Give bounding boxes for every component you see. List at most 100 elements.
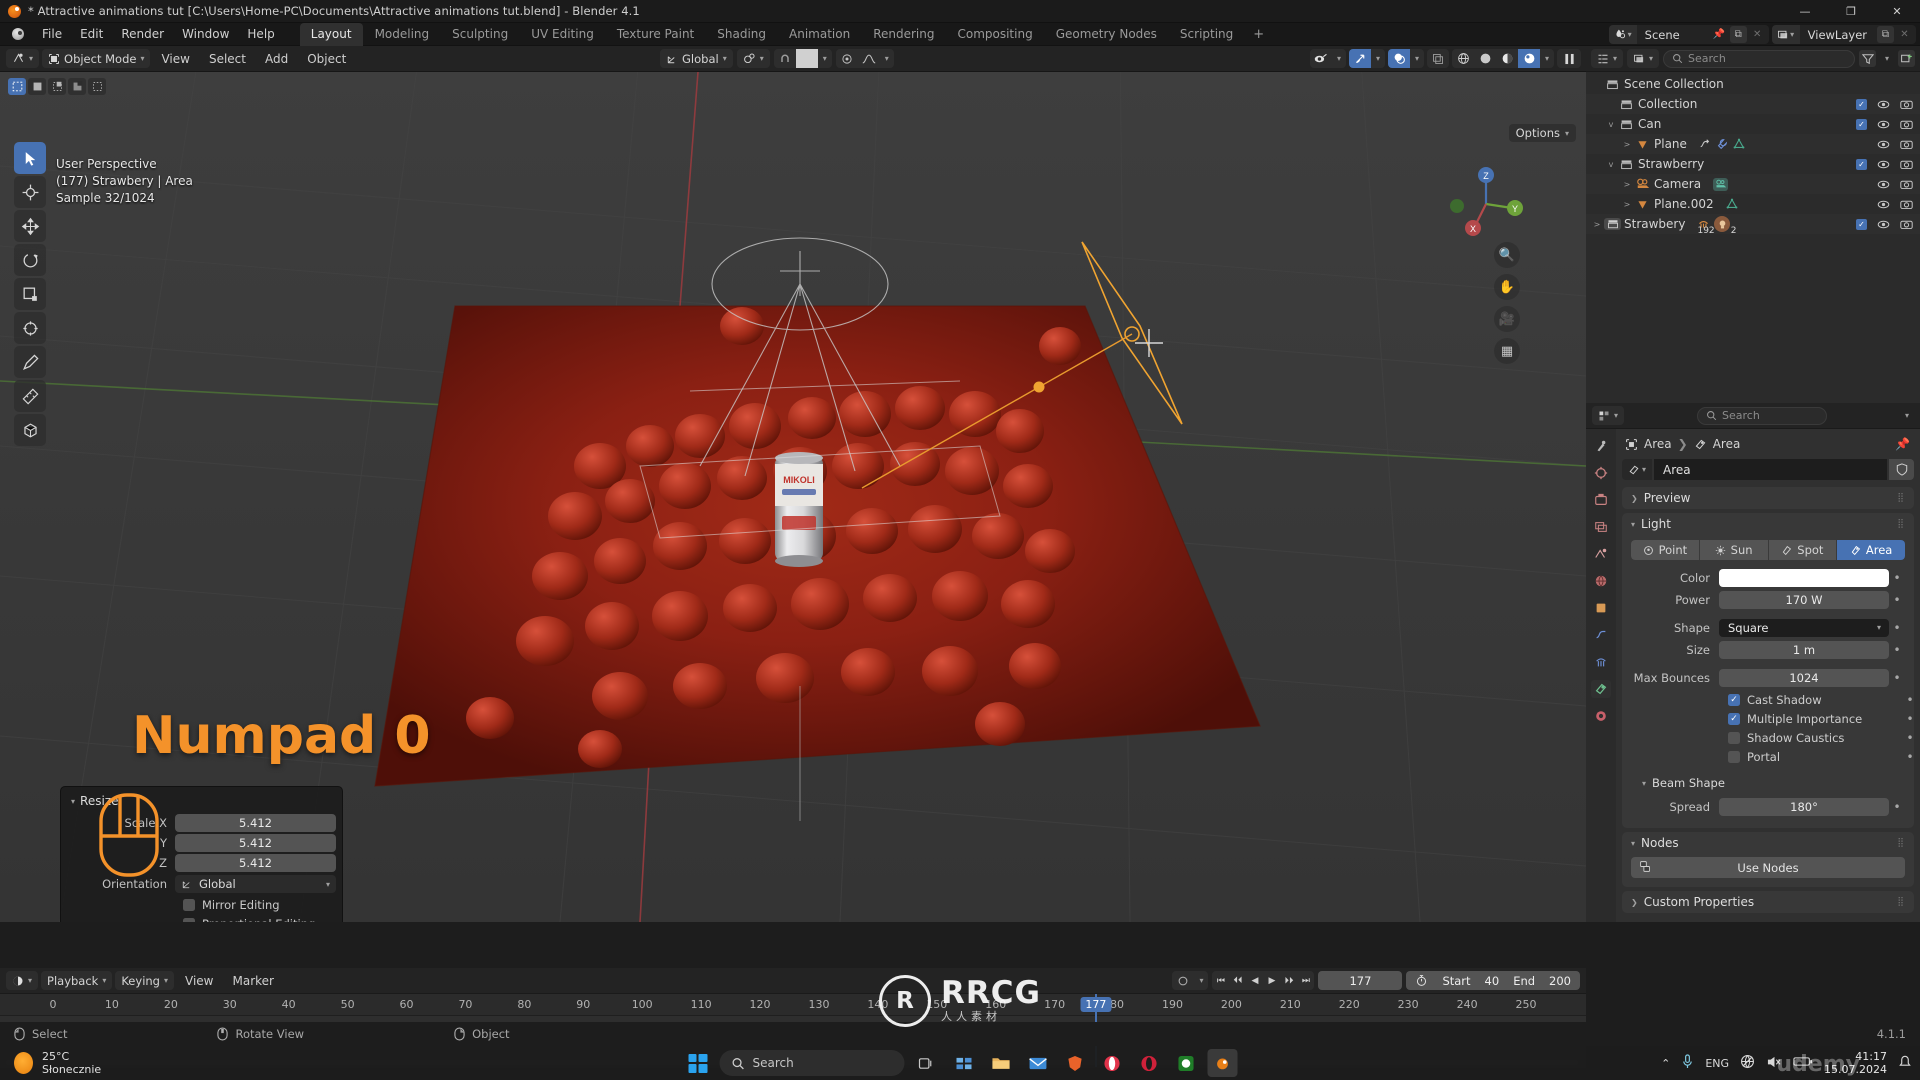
minimize-button[interactable]: — — [1782, 0, 1828, 23]
animate-property-dot[interactable]: • — [1889, 621, 1905, 635]
animate-property-dot[interactable]: • — [1902, 712, 1918, 726]
viewport-menu-view[interactable]: View — [153, 52, 197, 66]
power-value[interactable]: 170 W — [1719, 590, 1889, 609]
tool-measure[interactable] — [14, 380, 46, 412]
menu-help[interactable]: Help — [238, 24, 283, 44]
menu-render[interactable]: Render — [112, 24, 173, 44]
blender-logo-icon[interactable] — [7, 26, 29, 43]
new-collection-icon[interactable] — [1898, 50, 1915, 67]
delete-scene-icon[interactable]: ✕ — [1749, 26, 1766, 43]
expand-toggle[interactable]: > — [1590, 220, 1604, 229]
size-value[interactable]: 1 m — [1719, 640, 1889, 659]
add-workspace-button[interactable]: + — [1245, 24, 1272, 45]
zoom-icon[interactable]: 🔍 — [1494, 242, 1520, 268]
opera-gx-button[interactable] — [1134, 1049, 1164, 1077]
tab-material[interactable] — [1591, 707, 1611, 725]
tool-add-cube[interactable] — [14, 414, 46, 446]
animate-property-dot[interactable]: • — [1889, 571, 1905, 585]
light-icon[interactable] — [1714, 216, 1731, 232]
tweak-select-icon[interactable] — [8, 78, 26, 95]
hide-eye-icon[interactable] — [1877, 118, 1890, 131]
breadcrumb-object[interactable]: Area — [1644, 437, 1672, 451]
workspace-tab-texture-paint[interactable]: Texture Paint — [606, 23, 705, 46]
outliner-display-mode-button[interactable]: ▾ — [1627, 49, 1660, 68]
pin-scene-icon[interactable]: 📌 — [1711, 26, 1728, 43]
disable-render-icon[interactable] — [1900, 198, 1913, 211]
mirror-editing-checkbox[interactable]: Mirror Editing — [183, 895, 336, 914]
start-frame-value[interactable]: 40 — [1485, 974, 1500, 988]
properties-options-chevron-icon[interactable]: ▾ — [1900, 406, 1914, 425]
panel-light-header[interactable]: ▾ Light ⣿ — [1622, 513, 1914, 535]
workspace-tab-modeling[interactable]: Modeling — [364, 23, 441, 46]
tool-cursor[interactable] — [14, 176, 46, 208]
menu-file[interactable]: File — [33, 24, 71, 44]
select-box-icon[interactable] — [28, 78, 46, 95]
panel-custom-properties-header[interactable]: ❯ Custom Properties ⣿ — [1622, 891, 1914, 913]
exclude-checkbox[interactable]: ✓ — [1856, 118, 1867, 130]
hide-eye-icon[interactable] — [1877, 98, 1890, 111]
filter-icon[interactable] — [1859, 50, 1876, 67]
wrench-icon[interactable] — [1716, 138, 1729, 151]
transform-orientation-selector[interactable]: Global ▾ — [660, 49, 733, 68]
new-scene-icon[interactable]: ⧉ — [1729, 26, 1747, 43]
workspace-tab-geometry-nodes[interactable]: Geometry Nodes — [1045, 23, 1168, 46]
start-button[interactable] — [683, 1049, 713, 1077]
mesh-data-icon[interactable] — [1733, 138, 1746, 151]
outliner-row-strawberry-collection[interactable]: v Strawberry ✓ — [1586, 154, 1920, 174]
file-explorer-button[interactable] — [986, 1049, 1016, 1077]
disable-render-icon[interactable] — [1900, 218, 1913, 231]
disable-render-icon[interactable] — [1900, 158, 1913, 171]
animate-property-dot[interactable]: • — [1902, 750, 1918, 764]
workspace-tab-shading[interactable]: Shading — [706, 23, 777, 46]
outliner-row-plane[interactable]: > Plane — [1586, 134, 1920, 154]
mail-button[interactable] — [1023, 1049, 1053, 1077]
light-type-spot[interactable]: Spot — [1768, 540, 1838, 560]
navigation-gizmo[interactable]: Z Y X — [1446, 164, 1526, 244]
light-data-name[interactable]: Area — [1654, 459, 1887, 480]
shape-dropdown[interactable]: Square ▾ — [1719, 618, 1889, 637]
properties-editor[interactable]: ▾ Search ▾ Area ❯ Area 📌 ▾ Area ❯ Previe… — [1586, 403, 1920, 922]
filter-chevron-icon[interactable]: ▾ — [1880, 49, 1894, 68]
light-type-point[interactable]: Point — [1631, 540, 1700, 560]
exclude-checkbox[interactable]: ✓ — [1856, 218, 1867, 230]
proportional-editing-checkbox[interactable]: Proportional Editing — [183, 914, 336, 922]
outliner-row-plane-002[interactable]: > Plane.002 — [1586, 194, 1920, 214]
outliner-row-can[interactable]: v Can ✓ — [1586, 114, 1920, 134]
maximize-button[interactable]: ❐ — [1828, 0, 1874, 23]
auto-keying-group[interactable]: ▾ — [1172, 971, 1209, 990]
disable-render-icon[interactable] — [1900, 118, 1913, 131]
workspace-tab-animation[interactable]: Animation — [778, 23, 861, 46]
xray-group[interactable] — [1427, 49, 1449, 68]
select-extend-icon[interactable] — [48, 78, 66, 95]
animate-property-dot[interactable]: • — [1902, 731, 1918, 745]
taskbar-search-box[interactable]: Search — [719, 1050, 905, 1076]
viewlayer-selector[interactable]: ▾ ViewLayer ⧉ ✕ — [1771, 25, 1916, 44]
delete-viewlayer-icon[interactable]: ✕ — [1896, 26, 1913, 43]
tool-select-box[interactable] — [14, 142, 46, 174]
timeline-menu-keying[interactable]: Keying ▾ — [115, 971, 174, 990]
panel-light[interactable]: ▾ Light ⣿ Point Sun Spot Area Color • Po… — [1622, 513, 1914, 828]
workspace-tab-scripting[interactable]: Scripting — [1169, 23, 1244, 46]
close-button[interactable]: ✕ — [1874, 0, 1920, 23]
animate-property-dot[interactable]: • — [1889, 800, 1905, 814]
playhead-frame-badge[interactable]: 177 — [1080, 997, 1112, 1012]
new-viewlayer-icon[interactable]: ⧉ — [1877, 26, 1894, 43]
panel-custom-properties[interactable]: ❯ Custom Properties ⣿ — [1622, 891, 1914, 913]
animate-property-dot[interactable]: • — [1889, 643, 1905, 657]
outliner-editor-type-button[interactable]: ▾ — [1591, 49, 1624, 68]
tab-world[interactable] — [1591, 572, 1611, 590]
jump-to-end-button[interactable]: ⏭ — [1297, 971, 1314, 990]
tool-annotate[interactable] — [14, 346, 46, 378]
opera-button[interactable] — [1097, 1049, 1127, 1077]
language-indicator[interactable]: ENG — [1705, 1057, 1729, 1070]
animate-property-dot[interactable]: • — [1889, 671, 1905, 685]
brave-browser-button[interactable] — [1060, 1049, 1090, 1077]
shadow-caustics-toggle[interactable]: Shadow Caustics • — [1728, 728, 1914, 747]
timeline-menu-marker[interactable]: Marker — [224, 974, 281, 988]
previous-keyframe-button[interactable]: ⏴⏴ — [1229, 971, 1246, 990]
gizmos-group[interactable]: ▾ — [1349, 49, 1385, 68]
hide-eye-icon[interactable] — [1877, 138, 1890, 151]
frame-range-fields[interactable]: Start 40 End 200 — [1406, 971, 1580, 990]
expand-toggle[interactable]: > — [1620, 140, 1634, 149]
hide-eye-icon[interactable] — [1877, 158, 1890, 171]
